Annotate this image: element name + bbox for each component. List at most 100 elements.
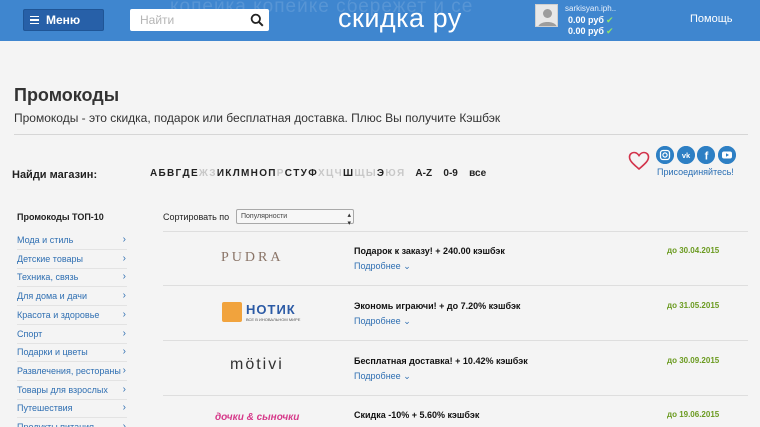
search-input[interactable] (130, 9, 240, 31)
letter-filter-Ш[interactable]: Ш (343, 168, 353, 179)
letter-filter-У[interactable]: У (301, 168, 307, 179)
more-link[interactable]: Подробнее ⌄ (354, 261, 411, 272)
offer-expiry: до 30.09.2015 (667, 356, 720, 365)
balance-value-1: 0.00 руб (568, 15, 604, 25)
vk-icon[interactable]: vk (677, 146, 695, 164)
chevron-right-icon: › (122, 383, 126, 395)
avatar[interactable] (535, 4, 558, 27)
letter-filter-Р: Р (276, 168, 284, 179)
letter-filter-Н[interactable]: Н (251, 168, 258, 179)
page-title: Промокоды (14, 85, 120, 105)
offer-expiry: до 19.06.2015 (667, 410, 720, 419)
more-label: Подробнее (354, 371, 401, 381)
letter-filter-П[interactable]: П (268, 168, 275, 179)
letter-filter-О[interactable]: О (259, 168, 267, 179)
more-label: Подробнее (354, 261, 401, 271)
menu-button[interactable]: Меню (23, 9, 104, 31)
search-icon[interactable] (250, 13, 264, 27)
sidebar-heading[interactable]: Промокоды ТОП-10 (17, 212, 104, 222)
letter-filter-Х: Х (318, 168, 325, 179)
chevron-right-icon: › (122, 346, 126, 358)
chevron-right-icon: › (122, 252, 126, 264)
chevron-right-icon: › (122, 308, 126, 320)
offer-title[interactable]: Экономь играючи! + до 7.20% кэшбэк (354, 301, 520, 311)
sidebar-item[interactable]: Продукты питания › (17, 418, 127, 427)
sidebar-item-label: Для дома и дачи (17, 291, 87, 302)
page-description: Промокоды - это скидка, подарок или бесп… (14, 111, 501, 125)
notik-logo-icon (222, 302, 242, 322)
more-label: Подробнее (354, 316, 401, 326)
sort-select[interactable]: Популярности ▴ ▾ (236, 209, 354, 227)
menu-label: Меню (46, 13, 81, 27)
sidebar-item[interactable]: Мода и стиль › (17, 231, 127, 250)
letter-filter-Ф[interactable]: Ф (308, 168, 317, 179)
letter-filter-К[interactable]: К (225, 168, 231, 179)
offer-title[interactable]: Подарок к заказу! + 240.00 кэшбэк (354, 246, 505, 256)
user-silhouette-icon (538, 9, 557, 26)
sidebar-item-label: Товары для взрослых (17, 384, 108, 395)
brand-logo-dochki[interactable]: дочки & сыночки (215, 412, 299, 423)
letter-filter-Г[interactable]: Г (176, 168, 182, 179)
letter-filter-Э[interactable]: Э (377, 168, 384, 179)
letter-filter-Ч: Ч (334, 168, 342, 179)
divider (14, 134, 748, 135)
heart-icon[interactable] (628, 151, 650, 171)
brand-logo-notik[interactable]: НОТИК ВСЕ В ИНОВАЛЬНОМ МИРЕ (222, 301, 300, 325)
brand-logo-motivi[interactable]: mötivi (230, 356, 284, 374)
svg-text:f: f (705, 151, 709, 163)
brand-tagline: ВСЕ В ИНОВАЛЬНОМ МИРЕ (246, 317, 301, 322)
store-finder-label: Найди магазин: (12, 169, 98, 181)
facebook-icon[interactable]: f (697, 146, 715, 164)
letter-filter-Т[interactable]: Т (293, 168, 299, 179)
letter-filter-Ы: Ы (365, 168, 376, 179)
letter-filter-А[interactable]: А (150, 168, 157, 179)
divider (163, 395, 748, 396)
sidebar-item[interactable]: Подарки и цветы › (17, 343, 127, 363)
letter-filter-09[interactable]: 0-9 (443, 168, 457, 179)
sidebar-item[interactable]: Путешествия › (17, 399, 127, 419)
letter-filter-С[interactable]: С (285, 168, 292, 179)
letter-filter-М[interactable]: М (241, 168, 249, 179)
divider (163, 340, 748, 341)
sidebar-item[interactable]: Красота и здоровье › (17, 306, 127, 325)
sidebar-item[interactable]: Товары для взрослых › (17, 381, 127, 400)
check-icon: ✔ (605, 15, 614, 25)
letter-filter-Б[interactable]: Б (159, 168, 166, 179)
more-link[interactable]: Подробнее ⌄ (354, 316, 411, 327)
site-logo[interactable]: скидка ру (338, 3, 462, 34)
sidebar-item-label: Мода и стиль (17, 235, 74, 245)
sort-label: Сортировать по (163, 212, 230, 222)
offer-expiry: до 30.04.2015 (667, 246, 720, 255)
youtube-icon[interactable] (718, 146, 736, 164)
sidebar-item[interactable]: Техника, связь › (17, 268, 127, 288)
brand-logo-pudra[interactable]: PUDRA (221, 250, 283, 266)
sidebar-item-label: Продукты питания (17, 422, 94, 427)
chevron-right-icon: › (122, 327, 126, 339)
offer-title[interactable]: Бесплатная доставка! + 10.42% кэшбэк (354, 356, 528, 366)
sidebar-item[interactable]: Для дома и дачи › (17, 287, 127, 307)
letter-filter-Ю: Ю (385, 168, 396, 179)
letter-filter-Л[interactable]: Л (233, 168, 240, 179)
letter-filter-Е[interactable]: Е (191, 168, 198, 179)
hamburger-icon (30, 14, 39, 27)
letter-filter-all[interactable]: все (469, 168, 486, 179)
top-header: копейка копейке сбережет и се Меню скидк… (0, 0, 760, 41)
sidebar-item[interactable]: Детские товары › (17, 250, 127, 269)
instagram-icon[interactable] (656, 146, 674, 164)
letter-filter-Д[interactable]: Д (183, 168, 190, 179)
sort-selected-value: Популярности (241, 213, 288, 220)
help-link[interactable]: Помощь (690, 13, 733, 25)
letter-filter-Ж: Ж (198, 168, 208, 179)
user-name[interactable]: sarkisyan.iph.. (565, 4, 616, 13)
sidebar-item[interactable]: Спорт › (17, 325, 127, 344)
letter-filter-В[interactable]: В (167, 168, 174, 179)
chevron-right-icon: › (122, 290, 126, 302)
payout-balance: 0.00 руб ✔ (568, 26, 614, 37)
offer-title[interactable]: Скидка -10% + 5.60% кэшбэк (354, 410, 479, 420)
sidebar-item[interactable]: Развлечения, рестораны › (17, 362, 127, 381)
letter-filter-З: З (209, 168, 216, 179)
join-link[interactable]: Присоединяйтесь! (657, 167, 734, 177)
more-link[interactable]: Подробнее ⌄ (354, 371, 411, 382)
letter-filter-И[interactable]: И (217, 168, 224, 179)
letter-filter-az[interactable]: A-Z (415, 168, 432, 179)
